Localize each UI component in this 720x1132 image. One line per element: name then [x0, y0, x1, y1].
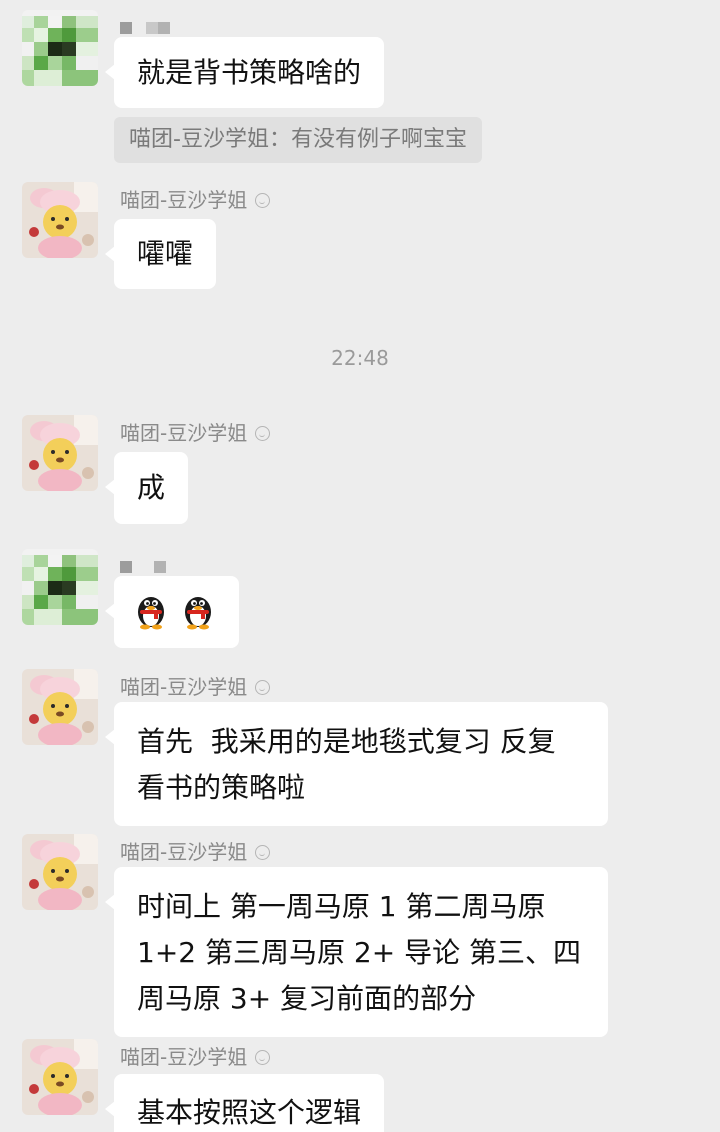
- smile-icon: [255, 426, 271, 441]
- message-text: 成: [137, 471, 166, 504]
- smile-icon: [255, 1050, 271, 1065]
- quoted-reply-text: 喵团-豆沙学姐：有没有例子啊宝宝: [129, 127, 467, 152]
- bear-avatar[interactable]: [22, 834, 98, 910]
- quoted-reply[interactable]: 喵团-豆沙学姐：有没有例子啊宝宝: [114, 117, 482, 163]
- bear-avatar[interactable]: [22, 182, 98, 258]
- message-bubble[interactable]: 成: [104, 452, 189, 524]
- message-bubble[interactable]: 基本按照这个逻辑: [104, 1074, 385, 1132]
- sender-name: 喵团-豆沙学姐: [120, 421, 271, 445]
- message-text: 嚯嚯: [137, 237, 194, 270]
- message-bubble[interactable]: 时间上 第一周马原 1 第二周马原 1+2 第三周马原 2+ 导论 第三、四 周…: [105, 867, 608, 1037]
- bear-avatar[interactable]: [22, 1039, 98, 1115]
- pixelated-avatar[interactable]: [22, 10, 98, 86]
- message-line: 首先 我采用的是地毯式复习 反复: [137, 725, 556, 758]
- bear-avatar[interactable]: [22, 415, 98, 491]
- penguin-emoji-icon: [181, 590, 215, 644]
- smile-icon: [255, 845, 271, 860]
- sender-name: 喵团-豆沙学姐: [120, 1045, 271, 1069]
- message-bubble[interactable]: 首先 我采用的是地毯式复习 反复 看书的策略啦: [105, 702, 608, 826]
- sender-name: 喵团-豆沙学姐: [120, 675, 271, 699]
- message-bubble[interactable]: 嚯嚯: [104, 219, 217, 289]
- time-divider: 22:48: [331, 346, 389, 370]
- message-text: 就是背书策略啥的: [137, 56, 362, 89]
- message-bubble[interactable]: 就是背书策略啥的: [104, 37, 385, 108]
- chat-screen: 就是背书策略啥的 喵团-豆沙学姐：有没有例子啊宝宝 喵团-豆沙学姐 嚯嚯 22:…: [0, 0, 720, 1132]
- smile-icon: [255, 680, 271, 695]
- message-line: 时间上 第一周马原 1 第二周马原: [137, 890, 546, 923]
- message-text: 基本按照这个逻辑: [137, 1096, 362, 1129]
- sender-name: 喵团-豆沙学姐: [120, 188, 271, 212]
- sender-name: 喵团-豆沙学姐: [120, 840, 271, 864]
- message-line: 看书的策略啦: [137, 771, 306, 804]
- message-line: 周马原 3+ 复习前面的部分: [137, 982, 477, 1015]
- pixelated-avatar[interactable]: [22, 549, 98, 625]
- smile-icon: [255, 193, 271, 208]
- bear-avatar[interactable]: [22, 669, 98, 745]
- penguin-emoji-icon: [134, 590, 168, 644]
- message-line: 1+2 第三周马原 2+ 导论 第三、四: [137, 936, 581, 969]
- message-bubble[interactable]: [105, 576, 239, 648]
